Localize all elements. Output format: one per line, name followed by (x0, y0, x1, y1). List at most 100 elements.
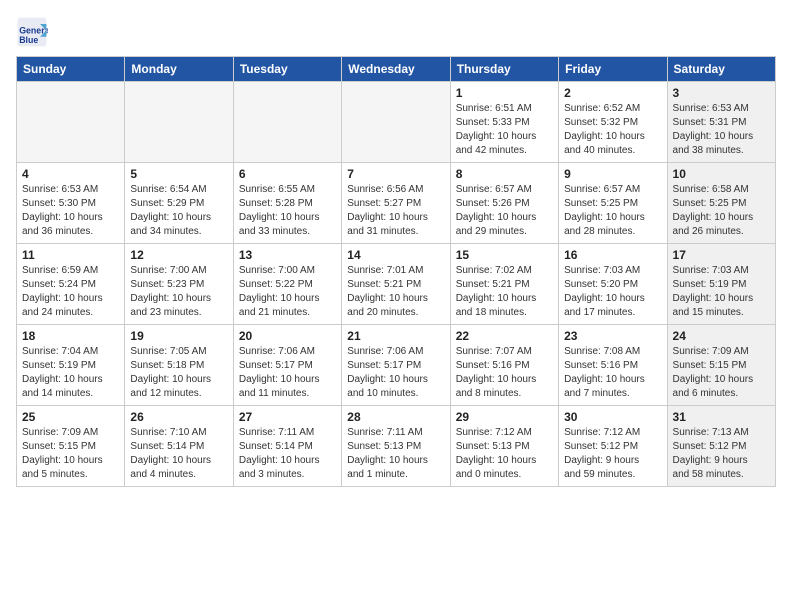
day-header-friday: Friday (559, 57, 667, 82)
day-number: 28 (347, 410, 444, 424)
day-header-thursday: Thursday (450, 57, 558, 82)
day-number: 29 (456, 410, 553, 424)
day-info: Sunrise: 7:11 AM Sunset: 5:13 PM Dayligh… (347, 427, 428, 480)
calendar-cell: 20Sunrise: 7:06 AM Sunset: 5:17 PM Dayli… (233, 325, 341, 406)
day-number: 18 (22, 329, 119, 343)
calendar-cell: 4Sunrise: 6:53 AM Sunset: 5:30 PM Daylig… (17, 163, 125, 244)
day-number: 21 (347, 329, 444, 343)
day-header-monday: Monday (125, 57, 233, 82)
week-row-3: 11 Sunrise: 6:59 AM Sunset: 5:24 PM Dayli… (17, 244, 776, 325)
calendar-cell: 3 Sunrise: 6:53 AM Sunset: 5:31 PM Daylig… (667, 82, 775, 163)
day-info: Sunrise: 7:01 AM Sunset: 5:21 PM Dayligh… (347, 265, 428, 318)
week-row-4: 18 Sunrise: 7:04 AM Sunset: 5:19 PM Dayli… (17, 325, 776, 406)
day-info: Sunrise: 7:06 AM Sunset: 5:17 PM Dayligh… (347, 346, 428, 399)
calendar-cell: 8Sunrise: 6:57 AM Sunset: 5:26 PM Daylig… (450, 163, 558, 244)
day-info: Sunrise: 6:59 AM Sunset: 5:24 PM Dayligh… (22, 265, 103, 318)
day-info: Sunrise: 6:56 AM Sunset: 5:27 PM Dayligh… (347, 184, 428, 237)
day-info: Sunrise: 7:07 AM Sunset: 5:16 PM Dayligh… (456, 346, 537, 399)
day-info: Sunrise: 6:54 AM Sunset: 5:29 PM Dayligh… (130, 184, 211, 237)
calendar-table: SundayMondayTuesdayWednesdayThursdayFrid… (16, 56, 776, 487)
calendar-body: 1Sunrise: 6:51 AM Sunset: 5:33 PM Daylig… (17, 82, 776, 487)
calendar-cell (342, 82, 450, 163)
day-number: 12 (130, 248, 227, 262)
day-number: 25 (22, 410, 119, 424)
day-number: 13 (239, 248, 336, 262)
calendar-cell: 23 Sunrise: 7:08 AM Sunset: 5:16 PM Dayli… (559, 325, 667, 406)
day-number: 19 (130, 329, 227, 343)
day-header-wednesday: Wednesday (342, 57, 450, 82)
calendar-cell (17, 82, 125, 163)
calendar-cell (125, 82, 233, 163)
day-number: 6 (239, 167, 336, 181)
calendar-cell: 17Sunrise: 7:03 AM Sunset: 5:19 PM Dayli… (667, 244, 775, 325)
day-info: Sunrise: 6:53 AM Sunset: 5:31 PM Dayligh… (673, 103, 754, 156)
header-row: SundayMondayTuesdayWednesdayThursdayFrid… (17, 57, 776, 82)
calendar-cell: 6 Sunrise: 6:55 AM Sunset: 5:28 PM Daylig… (233, 163, 341, 244)
day-info: Sunrise: 7:00 AM Sunset: 5:23 PM Dayligh… (130, 265, 211, 318)
day-number: 7 (347, 167, 444, 181)
day-number: 26 (130, 410, 227, 424)
day-number: 11 (22, 248, 119, 262)
day-number: 23 (564, 329, 661, 343)
day-number: 24 (673, 329, 770, 343)
day-number: 27 (239, 410, 336, 424)
day-info: Sunrise: 7:12 AM Sunset: 5:12 PM Dayligh… (564, 427, 640, 480)
day-info: Sunrise: 7:04 AM Sunset: 5:19 PM Dayligh… (22, 346, 103, 399)
day-info: Sunrise: 7:03 AM Sunset: 5:20 PM Dayligh… (564, 265, 645, 318)
day-info: Sunrise: 7:00 AM Sunset: 5:22 PM Dayligh… (239, 265, 320, 318)
day-info: Sunrise: 7:06 AM Sunset: 5:17 PM Dayligh… (239, 346, 320, 399)
calendar-cell: 18 Sunrise: 7:04 AM Sunset: 5:19 PM Dayli… (17, 325, 125, 406)
calendar-cell: 16 Sunrise: 7:03 AM Sunset: 5:20 PM Dayli… (559, 244, 667, 325)
calendar-cell: 9 Sunrise: 6:57 AM Sunset: 5:25 PM Daylig… (559, 163, 667, 244)
calendar-cell: 22 Sunrise: 7:07 AM Sunset: 5:16 PM Dayli… (450, 325, 558, 406)
calendar-cell: 27Sunrise: 7:11 AM Sunset: 5:14 PM Dayli… (233, 406, 341, 487)
day-number: 2 (564, 86, 661, 100)
day-info: Sunrise: 7:13 AM Sunset: 5:12 PM Dayligh… (673, 427, 749, 480)
day-number: 14 (347, 248, 444, 262)
day-info: Sunrise: 7:02 AM Sunset: 5:21 PM Dayligh… (456, 265, 537, 318)
calendar-cell: 29Sunrise: 7:12 AM Sunset: 5:13 PM Dayli… (450, 406, 558, 487)
calendar-cell: 24 Sunrise: 7:09 AM Sunset: 5:15 PM Dayli… (667, 325, 775, 406)
day-number: 5 (130, 167, 227, 181)
calendar-cell (233, 82, 341, 163)
day-info: Sunrise: 7:05 AM Sunset: 5:18 PM Dayligh… (130, 346, 211, 399)
week-row-2: 4Sunrise: 6:53 AM Sunset: 5:30 PM Daylig… (17, 163, 776, 244)
svg-text:Blue: Blue (19, 35, 38, 45)
calendar-cell: 31 Sunrise: 7:13 AM Sunset: 5:12 PM Dayli… (667, 406, 775, 487)
day-number: 30 (564, 410, 661, 424)
day-number: 15 (456, 248, 553, 262)
calendar-cell: 28 Sunrise: 7:11 AM Sunset: 5:13 PM Dayli… (342, 406, 450, 487)
day-info: Sunrise: 7:08 AM Sunset: 5:16 PM Dayligh… (564, 346, 645, 399)
calendar-cell: 26 Sunrise: 7:10 AM Sunset: 5:14 PM Dayli… (125, 406, 233, 487)
day-number: 16 (564, 248, 661, 262)
day-number: 22 (456, 329, 553, 343)
calendar-cell: 15 Sunrise: 7:02 AM Sunset: 5:21 PM Dayli… (450, 244, 558, 325)
day-info: Sunrise: 6:52 AM Sunset: 5:32 PM Dayligh… (564, 103, 645, 156)
day-header-saturday: Saturday (667, 57, 775, 82)
calendar-cell: 25 Sunrise: 7:09 AM Sunset: 5:15 PM Dayli… (17, 406, 125, 487)
day-header-sunday: Sunday (17, 57, 125, 82)
calendar-cell: 19 Sunrise: 7:05 AM Sunset: 5:18 PM Dayli… (125, 325, 233, 406)
day-number: 9 (564, 167, 661, 181)
day-info: Sunrise: 6:55 AM Sunset: 5:28 PM Dayligh… (239, 184, 320, 237)
day-info: Sunrise: 7:09 AM Sunset: 5:15 PM Dayligh… (22, 427, 103, 480)
day-header-tuesday: Tuesday (233, 57, 341, 82)
week-row-5: 25 Sunrise: 7:09 AM Sunset: 5:15 PM Dayli… (17, 406, 776, 487)
day-number: 3 (673, 86, 770, 100)
calendar-cell: 2 Sunrise: 6:52 AM Sunset: 5:32 PM Daylig… (559, 82, 667, 163)
logo: General Blue (16, 16, 52, 48)
day-info: Sunrise: 6:57 AM Sunset: 5:25 PM Dayligh… (564, 184, 645, 237)
calendar-cell: 30 Sunrise: 7:12 AM Sunset: 5:12 PM Dayli… (559, 406, 667, 487)
day-number: 10 (673, 167, 770, 181)
week-row-1: 1Sunrise: 6:51 AM Sunset: 5:33 PM Daylig… (17, 82, 776, 163)
day-info: Sunrise: 7:09 AM Sunset: 5:15 PM Dayligh… (673, 346, 754, 399)
calendar-header: SundayMondayTuesdayWednesdayThursdayFrid… (17, 57, 776, 82)
day-number: 8 (456, 167, 553, 181)
calendar-cell: 10Sunrise: 6:58 AM Sunset: 5:25 PM Dayli… (667, 163, 775, 244)
calendar-cell: 1Sunrise: 6:51 AM Sunset: 5:33 PM Daylig… (450, 82, 558, 163)
day-number: 31 (673, 410, 770, 424)
header: General Blue (16, 16, 776, 48)
day-info: Sunrise: 7:10 AM Sunset: 5:14 PM Dayligh… (130, 427, 211, 480)
calendar-cell: 11 Sunrise: 6:59 AM Sunset: 5:24 PM Dayli… (17, 244, 125, 325)
calendar-cell: 5 Sunrise: 6:54 AM Sunset: 5:29 PM Daylig… (125, 163, 233, 244)
